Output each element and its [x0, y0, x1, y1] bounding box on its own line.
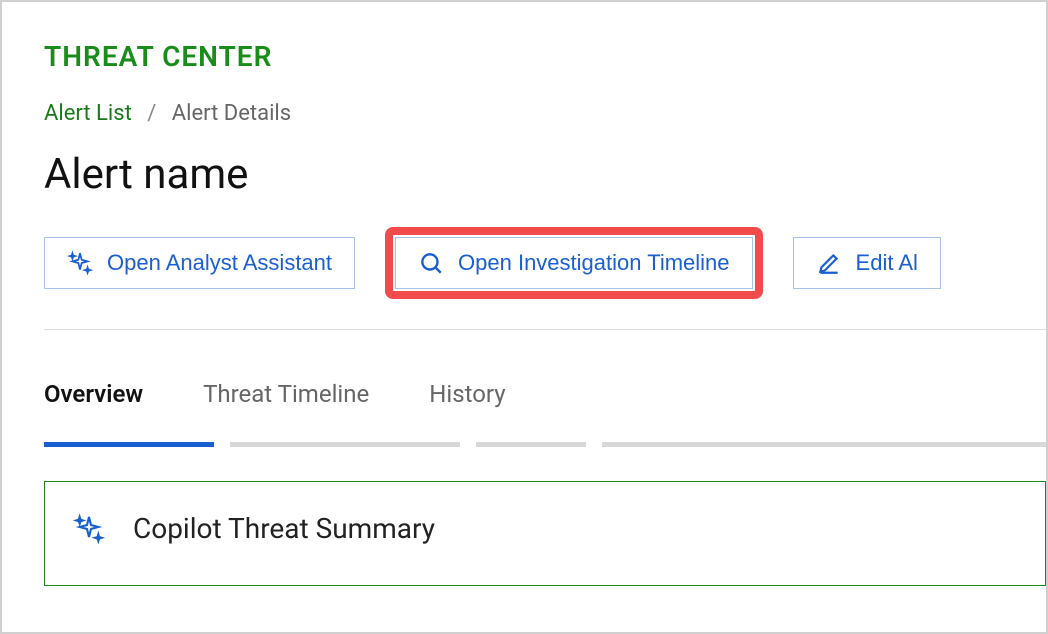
tab-underline-row — [44, 442, 1046, 447]
app-title: THREAT CENTER — [44, 40, 1046, 73]
divider — [44, 329, 1046, 330]
tab-underline-overview — [44, 442, 214, 447]
tab-threat-timeline[interactable]: Threat Timeline — [203, 380, 369, 416]
tab-underline-history — [476, 442, 586, 447]
edit-icon — [816, 250, 842, 276]
breadcrumb-current: Alert Details — [172, 101, 291, 126]
tab-history[interactable]: History — [429, 380, 505, 416]
breadcrumb: Alert List / Alert Details — [44, 101, 1046, 126]
tab-overview[interactable]: Overview — [44, 380, 143, 416]
edit-alert-label: Edit Al — [856, 250, 918, 276]
breadcrumb-link-alert-list[interactable]: Alert List — [44, 101, 132, 126]
open-analyst-assistant-label: Open Analyst Assistant — [107, 250, 332, 276]
copilot-summary-card: Copilot Threat Summary — [44, 481, 1046, 586]
tab-underline-rest — [602, 442, 1046, 447]
sparkle-icon — [73, 513, 105, 545]
tabs: Overview Threat Timeline History — [44, 380, 1046, 416]
action-row: Open Analyst Assistant Open Investigatio… — [44, 227, 1046, 299]
tab-underline-threat-timeline — [230, 442, 460, 447]
breadcrumb-separator: / — [147, 101, 156, 126]
open-investigation-timeline-button[interactable]: Open Investigation Timeline — [395, 237, 753, 289]
search-icon — [418, 250, 444, 276]
edit-alert-button[interactable]: Edit Al — [793, 237, 941, 289]
page-title: Alert name — [44, 150, 1046, 199]
open-analyst-assistant-button[interactable]: Open Analyst Assistant — [44, 237, 355, 289]
open-investigation-timeline-label: Open Investigation Timeline — [458, 250, 730, 276]
highlight-annotation: Open Investigation Timeline — [385, 227, 763, 299]
sparkle-icon — [67, 250, 93, 276]
copilot-summary-title: Copilot Threat Summary — [133, 512, 435, 545]
